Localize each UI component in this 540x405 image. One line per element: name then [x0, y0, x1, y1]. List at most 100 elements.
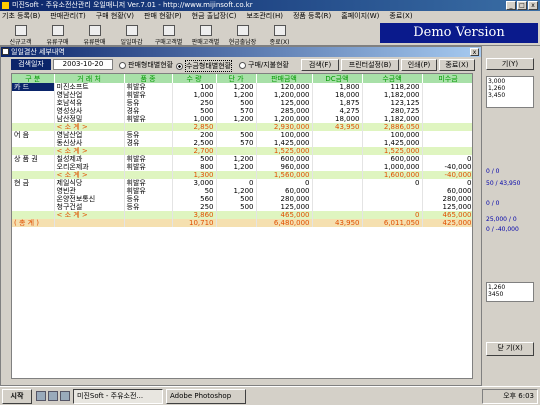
start-button[interactable]: 시작 [2, 388, 32, 404]
table-cell: 1,182,000 [362, 115, 423, 123]
taskbar-item-mijinsoft[interactable]: 미진Soft - 주유소전... [73, 388, 163, 404]
menu-exit[interactable]: 종료(X) [389, 11, 412, 22]
table-cell: 100,000 [362, 131, 423, 139]
subtotal-row[interactable]: < 소 계 > 2,850 2,930,000 43,950 2,886,050 [12, 123, 472, 131]
toolbar-purchase-by-customer-button[interactable]: 구매고객별 [150, 22, 187, 46]
table-cell: 1,800 [312, 83, 363, 91]
col-dc-amount[interactable]: DC금액 [312, 74, 363, 83]
right-panel-values-bottom: 1,260 3450 [486, 282, 534, 302]
radio-purchase-payment[interactable]: 구매/지불현황 [239, 60, 289, 70]
table-cell: 250 [172, 99, 217, 107]
search-button[interactable]: 검색(F) [301, 59, 339, 71]
toolbar-fuel-sale-button[interactable]: 유류판매 [76, 22, 113, 46]
table-cell: 1,525,000 [362, 147, 423, 155]
radio-sales-type[interactable]: 판매형태별현황 [119, 60, 173, 70]
table-row[interactable]: 상 품 권 칠성제과 휘발유 500 1,200 600,000 600,000 0 [12, 155, 472, 163]
sales-customer-icon [199, 25, 212, 36]
subwindow-close-button[interactable]: x [470, 48, 479, 56]
quick-launch-icon[interactable] [48, 391, 58, 401]
col-receivable[interactable]: 미수금 [422, 74, 472, 83]
table-cell: < 소 계 > [54, 211, 125, 219]
menu-aux-management[interactable]: 보조관리(H) [246, 11, 283, 22]
menu-product-register[interactable]: 정품 등록(R) [293, 11, 331, 22]
table-row[interactable]: 동신상사 경유 2,500 570 1,425,000 1,425,000 [12, 139, 472, 147]
toolbar-cashbook-button[interactable]: 현금출납장 [224, 22, 261, 46]
subtotal-row[interactable]: < 소 계 > 2,700 1,525,000 1,525,000 [12, 147, 472, 155]
minimize-button[interactable]: _ [506, 1, 516, 10]
col-category[interactable]: 구 분 [12, 74, 55, 83]
table-cell: 43,950 [312, 219, 363, 227]
search-date-field[interactable]: 2003-10-20 [53, 59, 113, 70]
close-button[interactable]: x [528, 1, 538, 10]
table-row[interactable]: 남산정밀 휘발유 1,000 1,200 1,200,000 18,000 1,182,00… [12, 115, 472, 123]
maximize-button[interactable]: □ [517, 1, 527, 10]
quick-launch [36, 391, 70, 401]
table-row[interactable]: 온양전보통신 등유 560 500 280,000 280,000 [12, 195, 472, 203]
right-panel-close-button[interactable]: 닫 기(X) [486, 342, 534, 356]
window-controls: _ □ x [506, 1, 538, 10]
quick-launch-icon[interactable] [60, 391, 70, 401]
table-row[interactable]: 호남석유 등유 250 500 125,000 1,875 123,125 [12, 99, 472, 107]
cashbook-icon [236, 25, 249, 36]
table-cell: 경유 [124, 107, 173, 115]
table-cell: 1,182,000 [362, 91, 423, 99]
settlement-grid[interactable]: 구 분 거 래 처 품 종 수 량 단 가 판매금액 DC금액 수금액 미수금 … [11, 73, 473, 379]
table-row[interactable]: 청구건설 등유 250 500 125,000 125,000 [12, 203, 472, 211]
col-unit-price[interactable]: 단 가 [216, 74, 257, 83]
table-cell: 1,425,000 [256, 139, 313, 147]
table-cell: 1,200 [216, 115, 257, 123]
table-row[interactable]: 카 드 미진소프트 휘발유 100 1,200 120,000 1,800 118,200 [12, 83, 472, 91]
table-cell: 6,480,000 [256, 219, 313, 227]
menu-basic-register[interactable]: 기초 등록(B) [2, 11, 40, 22]
table-row[interactable]: 어 음 영남산업 등유 200 500 100,000 100,000 [12, 131, 472, 139]
search-date-label: 검색일자 [11, 59, 51, 70]
radio-collection-type[interactable]: 수금형태별현황 [176, 60, 233, 72]
col-product[interactable]: 품 종 [124, 74, 173, 83]
right-panel: 기(Y) 3,000 1,260 3,450 0 / 0 50 / 43,950… [482, 46, 540, 386]
toolbar-fuel-purchase-button[interactable]: 유류구매 [39, 22, 76, 46]
col-collected[interactable]: 수금액 [362, 74, 423, 83]
table-cell: 경유 [124, 139, 173, 147]
grand-total-row[interactable]: ( 총 계 ) 10,710 6,480,000 43,950 6,011,050 425… [12, 219, 472, 227]
menu-homepage[interactable]: 홈페이지(W) [341, 11, 379, 22]
table-cell: 휘발유 [124, 91, 173, 99]
exit-button[interactable]: 종료(X) [439, 59, 475, 71]
subtotal-row[interactable]: < 소 계 >3,860 465,000 0 465,000 [12, 211, 472, 219]
menu-purchase-status[interactable]: 구매 현황(V) [96, 11, 134, 22]
table-cell: 500 [216, 99, 257, 107]
table-cell [362, 203, 423, 211]
indicator: 25,000 / 0 [486, 216, 517, 223]
radio-dot [239, 61, 246, 69]
table-cell: 1,560,000 [256, 171, 313, 179]
col-sales-amount[interactable]: 판매금액 [256, 74, 313, 83]
table-row[interactable]: 영빈관 휘발유 50 1,200 60,000 60,000 [12, 187, 472, 195]
table-row[interactable]: 영남산업 휘발유 1,000 1,200 1,200,000 18,000 1,182,00… [12, 91, 472, 99]
menu-cashbook[interactable]: 현금 출납장(C) [192, 11, 237, 22]
print-button[interactable]: 인쇄(P) [401, 59, 437, 71]
right-panel-top-button[interactable]: 기(Y) [486, 58, 534, 70]
table-row[interactable]: 오리온제과 휘발유 800 1,200 960,000 1,000,000 -40,000 [12, 163, 472, 171]
menu-sales-status[interactable]: 판매 현황(P) [144, 11, 182, 22]
col-quantity[interactable]: 수 량 [172, 74, 217, 83]
taskbar-item-photoshop[interactable]: Adobe Photoshop [166, 388, 246, 404]
printer-setup-button[interactable]: 프린터설정(B) [341, 59, 399, 71]
menu-sales-management[interactable]: 판매관리(T) [50, 11, 86, 22]
toolbar-exit-button[interactable]: 종료(X) [261, 22, 298, 46]
toolbar-sales-by-customer-button[interactable]: 판매고객별 [187, 22, 224, 46]
value: 3,450 [488, 92, 506, 99]
table-row[interactable]: 영성상사 경유 500 570 285,000 4,275 280,725 [12, 107, 472, 115]
clock: 오후 6:03 [503, 392, 534, 400]
table-cell: 4,275 [312, 107, 363, 115]
toolbar-daily-close-button[interactable]: 일일마감 [113, 22, 150, 46]
table-row[interactable]: 현 금 제일식당 휘발유 3,000 0 0 0 0 [12, 179, 472, 187]
quick-launch-icon[interactable] [36, 391, 46, 401]
toolbar-new-customer-button[interactable]: 신규고객 [2, 22, 39, 46]
table-cell: 동신상사 [54, 139, 125, 147]
table-cell: 1,200 [216, 83, 257, 91]
subtotal-row[interactable]: < 소 계 > 1,300 1,560,000 1,600,000 -40,000 [12, 171, 472, 179]
col-client[interactable]: 거 래 처 [54, 74, 125, 83]
table-cell: 43,950 [312, 123, 363, 131]
table-cell: 500 [216, 131, 257, 139]
table-cell: 425,000 [422, 219, 472, 227]
table-cell [12, 171, 55, 179]
